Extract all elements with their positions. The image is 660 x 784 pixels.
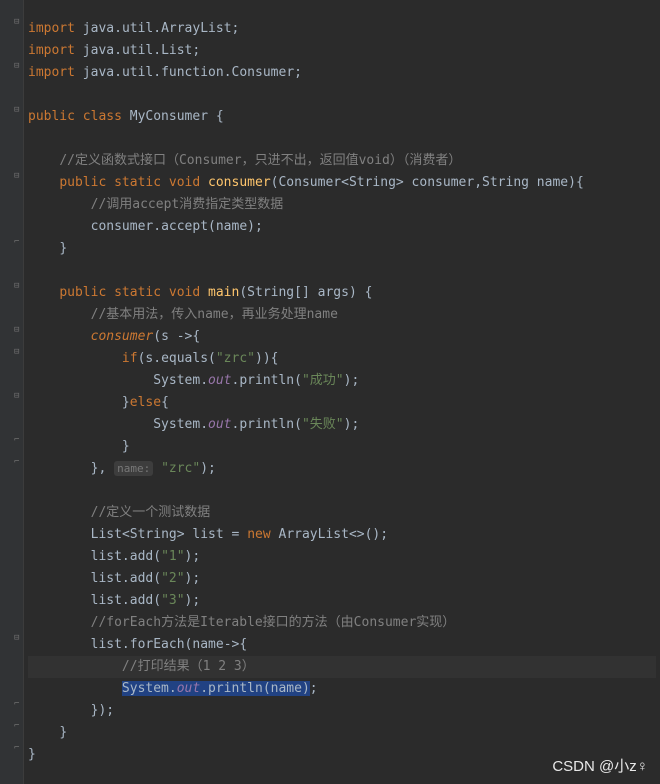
code-line[interactable]: System.out.println(name); [28,678,656,700]
code-line[interactable]: } [28,238,656,260]
code-line[interactable]: }else{ [28,392,656,414]
fold-end-icon[interactable]: ⌐ [14,238,22,246]
fold-collapse-icon[interactable]: ⊟ [14,18,22,26]
code-line[interactable] [28,84,656,106]
code-line[interactable]: } [28,722,656,744]
code-line[interactable]: public static void main(String[] args) { [28,282,656,304]
code-line[interactable]: //调用accept消费指定类型数据 [28,194,656,216]
fold-collapse-icon[interactable]: ⊟ [14,62,22,70]
code-line[interactable]: if(s.equals("zrc")){ [28,348,656,370]
fold-end-icon[interactable]: ⌐ [14,700,22,708]
fold-collapse-icon[interactable]: ⊟ [14,634,22,642]
fold-end-icon[interactable]: ⌐ [14,722,22,730]
code-line[interactable]: list.add("1"); [28,546,656,568]
code-line[interactable]: //定义函数式接口（Consumer，只进不出，返回值void）（消费者） [28,150,656,172]
fold-end-icon[interactable]: ⌐ [14,458,22,466]
code-line[interactable] [28,128,656,150]
code-line[interactable]: System.out.println("成功"); [28,370,656,392]
code-area[interactable]: import java.util.ArrayList;import java.u… [24,0,660,784]
code-line[interactable]: list.forEach(name->{ [28,634,656,656]
code-editor: ⊟ ⊟ ⊟ ⊟ ⌐ ⊟ ⊟ ⊟ ⊟ ⌐ ⌐ ⊟ ⌐ ⌐ ⌐ import java.util.ArrayLi… [0,0,660,784]
fold-end-icon[interactable]: ⌐ [14,744,22,752]
code-line[interactable]: }, name: "zrc"); [28,458,656,480]
code-line[interactable]: consumer.accept(name); [28,216,656,238]
code-line[interactable]: list.add("3"); [28,590,656,612]
code-line[interactable]: //定义一个测试数据 [28,502,656,524]
code-line[interactable]: }); [28,700,656,722]
fold-end-icon[interactable]: ⌐ [14,436,22,444]
code-line[interactable]: list.add("2"); [28,568,656,590]
fold-collapse-icon[interactable]: ⊟ [14,348,22,356]
code-line[interactable]: import java.util.ArrayList; [28,18,656,40]
fold-collapse-icon[interactable]: ⊟ [14,326,22,334]
code-line[interactable]: public static void consumer(Consumer<Str… [28,172,656,194]
code-line[interactable]: import java.util.function.Consumer; [28,62,656,84]
code-line[interactable]: } [28,436,656,458]
code-line[interactable]: public class MyConsumer { [28,106,656,128]
code-line[interactable]: consumer(s ->{ [28,326,656,348]
code-line[interactable] [28,260,656,282]
fold-collapse-icon[interactable]: ⊟ [14,106,22,114]
code-line[interactable]: //基本用法，传入name，再业务处理name [28,304,656,326]
code-line[interactable]: //forEach方法是Iterable接口的方法（由Consumer实现） [28,612,656,634]
code-line[interactable]: List<String> list = new ArrayList<>(); [28,524,656,546]
watermark: CSDN @小z♀ [552,755,648,776]
code-line[interactable]: import java.util.List; [28,40,656,62]
editor-gutter: ⊟ ⊟ ⊟ ⊟ ⌐ ⊟ ⊟ ⊟ ⊟ ⌐ ⌐ ⊟ ⌐ ⌐ ⌐ [0,0,24,784]
code-line[interactable]: System.out.println("失败"); [28,414,656,436]
code-line[interactable]: //打印结果（1 2 3） [28,656,656,678]
code-line[interactable] [28,480,656,502]
fold-collapse-icon[interactable]: ⊟ [14,392,22,400]
fold-collapse-icon[interactable]: ⊟ [14,282,22,290]
fold-collapse-icon[interactable]: ⊟ [14,172,22,180]
